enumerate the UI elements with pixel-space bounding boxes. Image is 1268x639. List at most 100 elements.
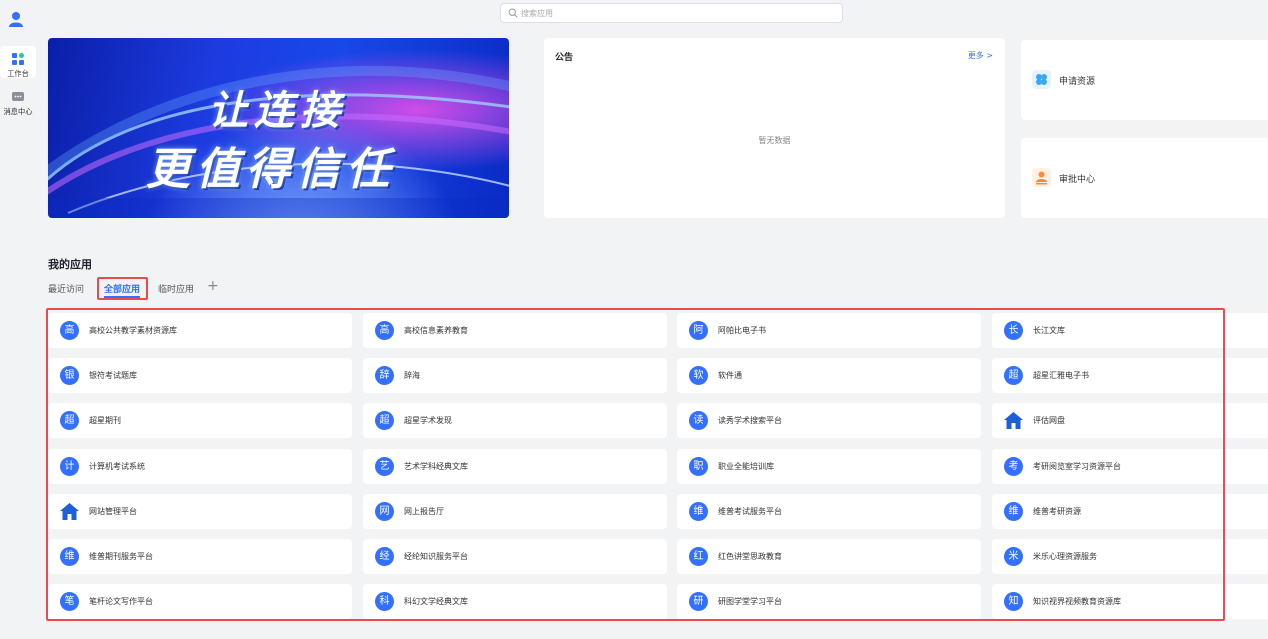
app-tile[interactable]: 维 维普期刊服务平台	[48, 539, 352, 574]
app-label: 知识视界视频教育资源库	[1033, 597, 1121, 606]
app-tile[interactable]: 知 知识视界视频教育资源库	[992, 584, 1268, 619]
app-label: 维普考试服务平台	[718, 507, 782, 516]
app-initial-icon: 超	[1004, 366, 1023, 385]
app-tile[interactable]: 银 银符考试题库	[48, 358, 352, 393]
quick-apply-resource[interactable]: 申请资源	[1021, 40, 1268, 120]
app-initial-icon: 笔	[60, 592, 79, 611]
app-tile[interactable]: 超 超星期刊	[48, 403, 352, 438]
home-icon	[1003, 410, 1024, 431]
app-tile[interactable]: 职 职业全能培训库	[677, 449, 981, 484]
notice-more-link[interactable]: 更多 >	[968, 50, 993, 61]
app-initial-icon: 维	[689, 502, 708, 521]
app-tile[interactable]: 高 高校公共教学素材资源库	[48, 313, 352, 348]
app-initial-icon: 超	[375, 411, 394, 430]
app-tile[interactable]: 经 经纶知识服务平台	[363, 539, 667, 574]
app-tile[interactable]: 辞 辞海	[363, 358, 667, 393]
app-label: 维普考研资源	[1033, 507, 1081, 516]
app-label: 职业全能培训库	[718, 462, 774, 471]
app-label: 米乐心理资源服务	[1033, 552, 1097, 561]
app-initial-icon: 科	[375, 592, 394, 611]
app-initial-icon: 银	[60, 366, 79, 385]
app-initial-icon: 考	[1004, 457, 1023, 476]
home-icon	[59, 501, 80, 522]
app-tile[interactable]: 研 研图学堂学习平台	[677, 584, 981, 619]
app-tile[interactable]: 阿 阿帕比电子书	[677, 313, 981, 348]
app-label: 经纶知识服务平台	[404, 552, 468, 561]
app-tile[interactable]: 超 超星汇雅电子书	[992, 358, 1268, 393]
app-tile[interactable]: 维 维普考研资源	[992, 494, 1268, 529]
app-label: 超星学术发现	[404, 416, 452, 425]
app-label: 艺术学科经典文库	[404, 462, 468, 471]
tab-highlight-box	[97, 277, 148, 300]
quick-label: 申请资源	[1059, 77, 1096, 87]
app-initial-icon: 读	[689, 411, 708, 430]
app-initial-icon: 经	[375, 547, 394, 566]
rail-item-label: 消息中心	[3, 107, 33, 116]
left-rail: 工作台 消息中心	[0, 0, 36, 639]
app-tile[interactable]: 米 米乐心理资源服务	[992, 539, 1268, 574]
notice-title: 公告	[555, 53, 574, 63]
app-label: 笔杆论文写作平台	[89, 597, 153, 606]
app-label: 阿帕比电子书	[718, 326, 766, 335]
app-initial-icon: 阿	[689, 321, 708, 340]
notice-card: 公告 更多 > 暂无数据	[544, 38, 1005, 218]
app-label: 维普期刊服务平台	[89, 552, 153, 561]
app-tile[interactable]: 软 软件通	[677, 358, 981, 393]
app-label: 超星汇雅电子书	[1033, 371, 1089, 380]
app-tile[interactable]: 评估网盘	[992, 403, 1268, 438]
app-label: 科幻文学经典文库	[404, 597, 468, 606]
app-label: 银符考试题库	[89, 371, 137, 380]
grid-icon	[12, 53, 24, 65]
app-tile[interactable]: 计 计算机考试系统	[48, 449, 352, 484]
app-label: 长江文库	[1033, 326, 1065, 335]
app-label: 网上报告厅	[404, 507, 444, 516]
app-tile[interactable]: 维 维普考试服务平台	[677, 494, 981, 529]
app-initial-icon: 米	[1004, 547, 1023, 566]
app-label: 超星期刊	[89, 416, 121, 425]
app-initial-icon: 软	[689, 366, 708, 385]
app-tile[interactable]: 艺 艺术学科经典文库	[363, 449, 667, 484]
app-tile[interactable]: 红 红色讲堂思政教育	[677, 539, 981, 574]
app-tile[interactable]: 读 读秀学术搜索平台	[677, 403, 981, 438]
add-tab-button[interactable]: +	[207, 279, 219, 293]
rail-item-label: 工作台	[7, 69, 29, 78]
app-initial-icon: 艺	[375, 457, 394, 476]
app-label: 研图学堂学习平台	[718, 597, 782, 606]
search-input[interactable]	[521, 6, 821, 20]
rail-item-messages[interactable]: 消息中心	[0, 84, 36, 116]
quick-approval-center[interactable]: 审批中心	[1021, 138, 1268, 218]
app-label: 辞海	[404, 371, 420, 380]
app-label: 读秀学术搜索平台	[718, 416, 782, 425]
app-initial-icon: 维	[60, 547, 79, 566]
rail-item-workbench[interactable]: 工作台	[0, 46, 36, 78]
tab-recent[interactable]: 最近访问	[48, 282, 84, 295]
app-initial-icon: 高	[60, 321, 79, 340]
promo-banner[interactable]: 让连接 更值得信任	[48, 38, 509, 218]
my-apps-title: 我的应用	[48, 258, 92, 271]
app-initial-icon: 红	[689, 547, 708, 566]
app-tile[interactable]: 笔 笔杆论文写作平台	[48, 584, 352, 619]
app-tile[interactable]: 网站管理平台	[48, 494, 352, 529]
app-initial-icon: 长	[1004, 321, 1023, 340]
user-avatar-icon[interactable]	[7, 10, 25, 28]
app-tile[interactable]: 高 高校信息素养教育	[363, 313, 667, 348]
app-tile[interactable]: 超 超星学术发现	[363, 403, 667, 438]
quick-label: 审批中心	[1059, 175, 1096, 185]
app-tile[interactable]: 网 网上报告厅	[363, 494, 667, 529]
app-initial-icon: 网	[375, 502, 394, 521]
app-initial-icon: 研	[689, 592, 708, 611]
app-label: 高校信息素养教育	[404, 326, 468, 335]
app-label: 评估网盘	[1033, 416, 1065, 425]
app-label: 考研阅览室学习资源平台	[1033, 462, 1121, 471]
app-initial-icon: 知	[1004, 592, 1023, 611]
banner-headline-1: 让连接	[208, 88, 346, 134]
app-tile[interactable]: 长 长江文库	[992, 313, 1268, 348]
app-label: 红色讲堂思政教育	[718, 552, 782, 561]
app-initial-icon: 维	[1004, 502, 1023, 521]
app-tile[interactable]: 考 考研阅览室学习资源平台	[992, 449, 1268, 484]
app-tile[interactable]: 科 科幻文学经典文库	[363, 584, 667, 619]
tab-temporary[interactable]: 临时应用	[158, 282, 194, 295]
chat-icon	[12, 92, 24, 101]
search-box[interactable]	[500, 3, 843, 23]
app-label: 高校公共教学素材资源库	[89, 326, 177, 335]
